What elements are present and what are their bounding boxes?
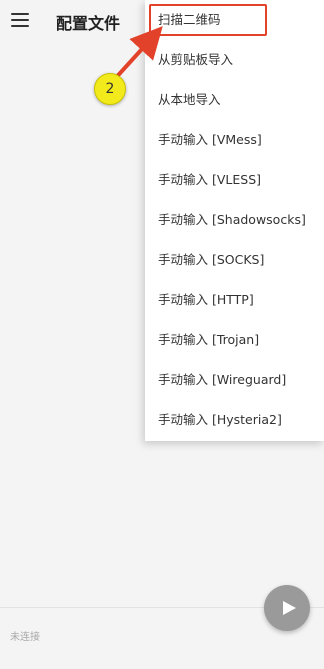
menu-item-manual-vless[interactable]: 手动输入 [VLESS] [145,160,324,200]
menu-item-import-local[interactable]: 从本地导入 [145,80,324,120]
menu-item-import-clipboard[interactable]: 从剪贴板导入 [145,40,324,80]
connect-button[interactable] [264,585,310,631]
menu-item-manual-wireguard[interactable]: 手动输入 [Wireguard] [145,360,324,400]
connection-status: 未连接 [10,632,40,643]
add-config-dropdown-menu: 扫描二维码 从剪贴板导入 从本地导入 手动输入 [VMess] 手动输入 [VL… [145,0,324,441]
page-title: 配置文件 [56,14,121,33]
step-number-badge: 2 [94,73,126,105]
highlight-box [149,4,267,36]
menu-item-manual-shadowsocks[interactable]: 手动输入 [Shadowsocks] [145,200,324,240]
menu-item-manual-trojan[interactable]: 手动输入 [Trojan] [145,320,324,360]
hamburger-menu-icon[interactable] [11,13,29,27]
menu-item-manual-socks[interactable]: 手动输入 [SOCKS] [145,240,324,280]
menu-item-manual-hysteria2[interactable]: 手动输入 [Hysteria2] [145,400,324,440]
menu-item-manual-http[interactable]: 手动输入 [HTTP] [145,280,324,320]
menu-item-manual-vmess[interactable]: 手动输入 [VMess] [145,120,324,160]
play-icon [282,601,296,615]
